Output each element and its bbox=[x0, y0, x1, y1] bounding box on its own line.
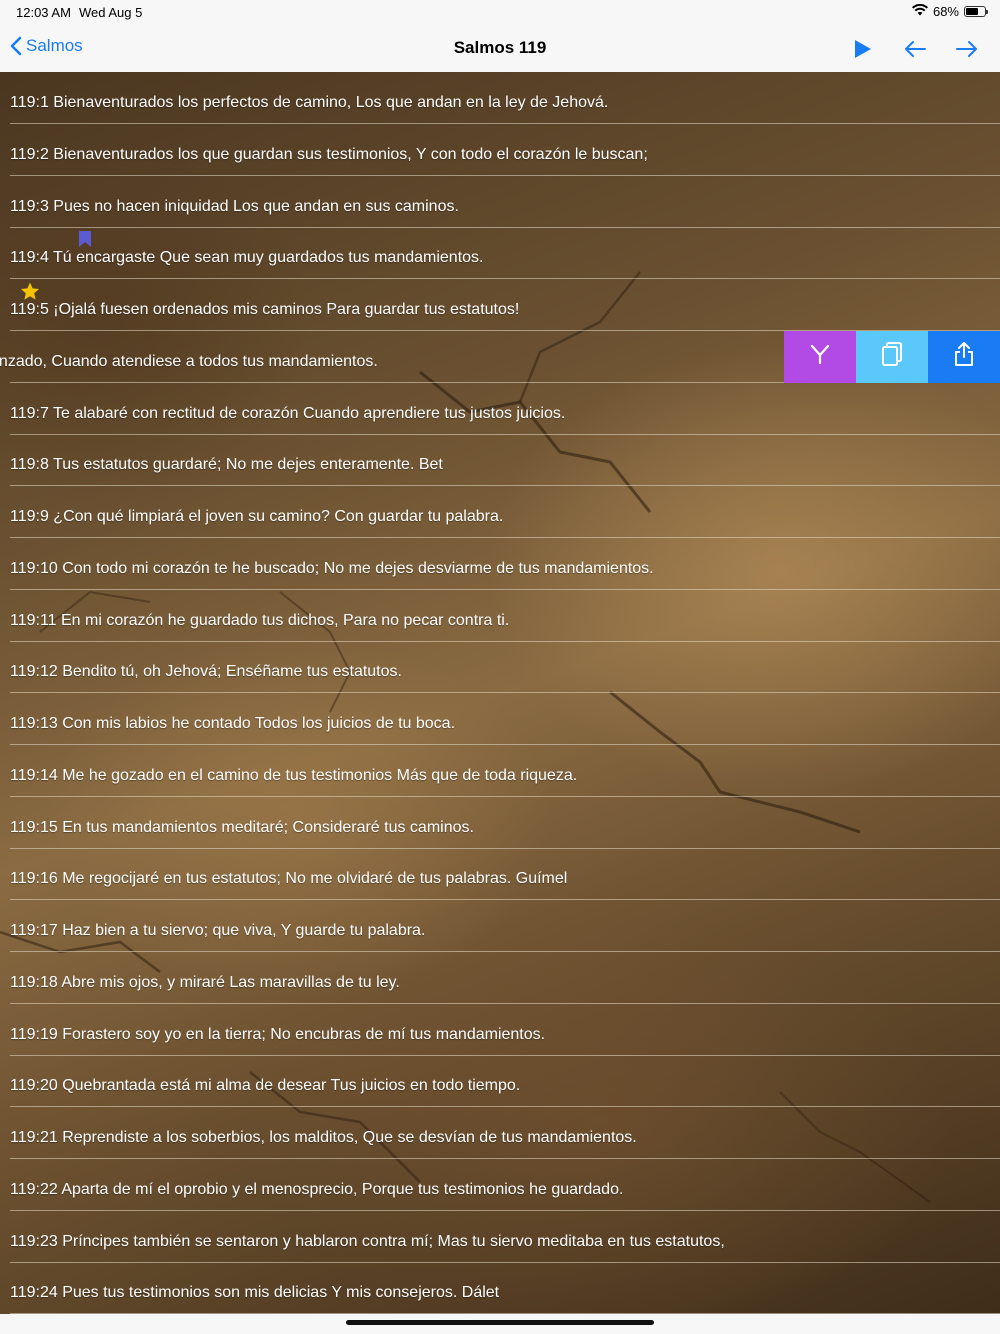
nav-actions bbox=[848, 36, 982, 62]
verse-text: 119:5 ¡Ojalá fuesen ordenados mis camino… bbox=[10, 301, 520, 318]
verse-text: 119:3 Pues no hacen iniquidad Los que an… bbox=[10, 197, 459, 215]
verse-text: 119:14 Me he gozado en el camino de tus … bbox=[10, 766, 578, 784]
verse-text: 119:13 Con mis labios he contado Todos l… bbox=[10, 715, 456, 732]
verse-row[interactable]: 119:23 Príncipes también se sentaron y h… bbox=[10, 1211, 1000, 1263]
verse-row[interactable]: 119:3 Pues no hacen iniquidad Los que an… bbox=[10, 176, 1000, 228]
verse-row[interactable]: 119:16 Me regocijaré en tus estatutos; N… bbox=[10, 848, 1000, 901]
verse-row[interactable]: 119:10 Con todo mi corazón te he buscado… bbox=[10, 538, 1000, 590]
verse-row[interactable]: 119:18 Abre mis ojos, y miraré Las marav… bbox=[10, 952, 1000, 1004]
copy-icon bbox=[880, 341, 904, 372]
swipe-actions bbox=[784, 330, 1000, 383]
verse-row[interactable]: 119:19 Forastero soy yo en la tierra; No… bbox=[10, 1004, 1000, 1056]
verse-row[interactable]: 119:2 Bienaventurados los que guardan su… bbox=[10, 124, 1000, 176]
back-button[interactable]: Salmos bbox=[10, 36, 83, 56]
verse-row[interactable]: 119:13 Con mis labios he contado Todos l… bbox=[10, 693, 1000, 745]
verse-row[interactable]: 119:22 Aparta de mí el oprobio y el meno… bbox=[10, 1159, 1000, 1211]
share-button[interactable] bbox=[928, 330, 1000, 383]
status-right: 68% bbox=[911, 3, 988, 19]
verse-text: 119:9 ¿Con qué limpiará el joven su cami… bbox=[10, 508, 504, 525]
verse-text: 119:4 Tú encargaste Que sean muy guardad… bbox=[10, 249, 484, 267]
verse-row[interactable]: 119:4 Tú encargaste Que sean muy guardad… bbox=[10, 227, 1000, 280]
verse-text: 119:22 Aparta de mí el oprobio y el meno… bbox=[10, 1180, 624, 1198]
verse-row[interactable]: 119:7 Te alabaré con rectitud de corazón… bbox=[10, 383, 1000, 435]
verse-text: 119:15 En tus mandamientos meditaré; Con… bbox=[10, 818, 474, 836]
verse-row[interactable]: 119:11 En mi corazón he guardado tus dic… bbox=[10, 590, 1000, 642]
verse-row[interactable]: 119:9 ¿Con qué limpiará el joven su cami… bbox=[10, 486, 1000, 538]
verse-text: 119:2 Bienaventurados los que guardan su… bbox=[10, 145, 648, 163]
status-date: Wed Aug 5 bbox=[79, 5, 143, 20]
chevron-left-icon bbox=[10, 36, 22, 56]
play-icon bbox=[855, 40, 871, 58]
share-icon bbox=[953, 341, 975, 372]
battery-fill bbox=[966, 8, 979, 15]
verse-list[interactable]: 119:1 Bienaventurados los perfectos de c… bbox=[0, 72, 1000, 1314]
previous-chapter-button[interactable] bbox=[900, 36, 930, 62]
verse-row[interactable]: 119:12 Bendito tú, oh Jehová; Enséñame t… bbox=[10, 641, 1000, 694]
verse-text: 119:8 Tus estatutos guardaré; No me deje… bbox=[10, 456, 443, 474]
status-bar: 12:03 AM Wed Aug 5 68% bbox=[0, 0, 1000, 24]
verse-row[interactable]: 119:15 En tus mandamientos meditaré; Con… bbox=[10, 797, 1000, 849]
battery-percent: 68% bbox=[932, 4, 959, 19]
play-button[interactable] bbox=[848, 36, 878, 62]
verse-row[interactable]: 119:20 Quebrantada está mi alma de desea… bbox=[10, 1055, 1000, 1108]
verse-text: 119:20 Quebrantada está mi alma de desea… bbox=[10, 1077, 521, 1095]
verse-text: 119:24 Pues tus testimonios son mis deli… bbox=[10, 1284, 500, 1302]
verse-text: 119:1 Bienaventurados los perfectos de c… bbox=[10, 94, 609, 111]
verse-text: 119:10 Con todo mi corazón te he buscado… bbox=[10, 559, 654, 577]
verse-text: 119:17 Haz bien a tu siervo; que viva, Y… bbox=[10, 922, 426, 939]
navigation-bar: Salmos Salmos 119 bbox=[0, 24, 1000, 73]
verse-row[interactable]: 119:14 Me he gozado en el camino de tus … bbox=[10, 745, 1000, 797]
next-chapter-button[interactable] bbox=[952, 36, 982, 62]
status-time: 12:03 AM bbox=[16, 5, 71, 20]
back-button-label: Salmos bbox=[26, 36, 83, 55]
verse-row[interactable]: 119:8 Tus estatutos guardaré; No me deje… bbox=[10, 434, 1000, 487]
verse-text: 119:12 Bendito tú, oh Jehová; Enséñame t… bbox=[10, 663, 402, 681]
verse-text: 119:18 Abre mis ojos, y miraré Las marav… bbox=[10, 973, 400, 991]
verse-text: 119:16 Me regocijaré en tus estatutos; N… bbox=[10, 870, 568, 888]
verse-text: 119:21 Reprendiste a los soberbios, los … bbox=[10, 1129, 637, 1146]
wifi-icon bbox=[911, 3, 928, 19]
verse-row[interactable]: 119:1 Bienaventurados los perfectos de c… bbox=[10, 72, 1000, 124]
verse-text: avergonzado, Cuando atendiese a todos tu… bbox=[0, 352, 378, 370]
verse-text: 119:7 Te alabaré con rectitud de corazón… bbox=[10, 404, 566, 422]
battery-icon bbox=[964, 6, 988, 17]
verse-row[interactable]: 119:21 Reprendiste a los soberbios, los … bbox=[10, 1107, 1000, 1159]
compare-button[interactable] bbox=[784, 330, 856, 383]
verse-text: 119:11 En mi corazón he guardado tus dic… bbox=[10, 611, 510, 629]
arrow-right-icon bbox=[956, 41, 977, 57]
verse-row[interactable]: 119:24 Pues tus testimonios son mis deli… bbox=[10, 1262, 1000, 1314]
verse-text: 119:23 Príncipes también se sentaron y h… bbox=[10, 1232, 725, 1250]
copy-button[interactable] bbox=[856, 330, 928, 383]
verse-row[interactable]: 119:5 ¡Ojalá fuesen ordenados mis camino… bbox=[10, 279, 1000, 331]
arrow-left-icon bbox=[905, 41, 926, 57]
verse-row[interactable]: 119:17 Haz bien a tu siervo; que viva, Y… bbox=[10, 900, 1000, 952]
verse-text: 119:19 Forastero soy yo en la tierra; No… bbox=[10, 1025, 546, 1043]
home-indicator bbox=[346, 1320, 654, 1325]
compare-icon bbox=[809, 343, 831, 370]
